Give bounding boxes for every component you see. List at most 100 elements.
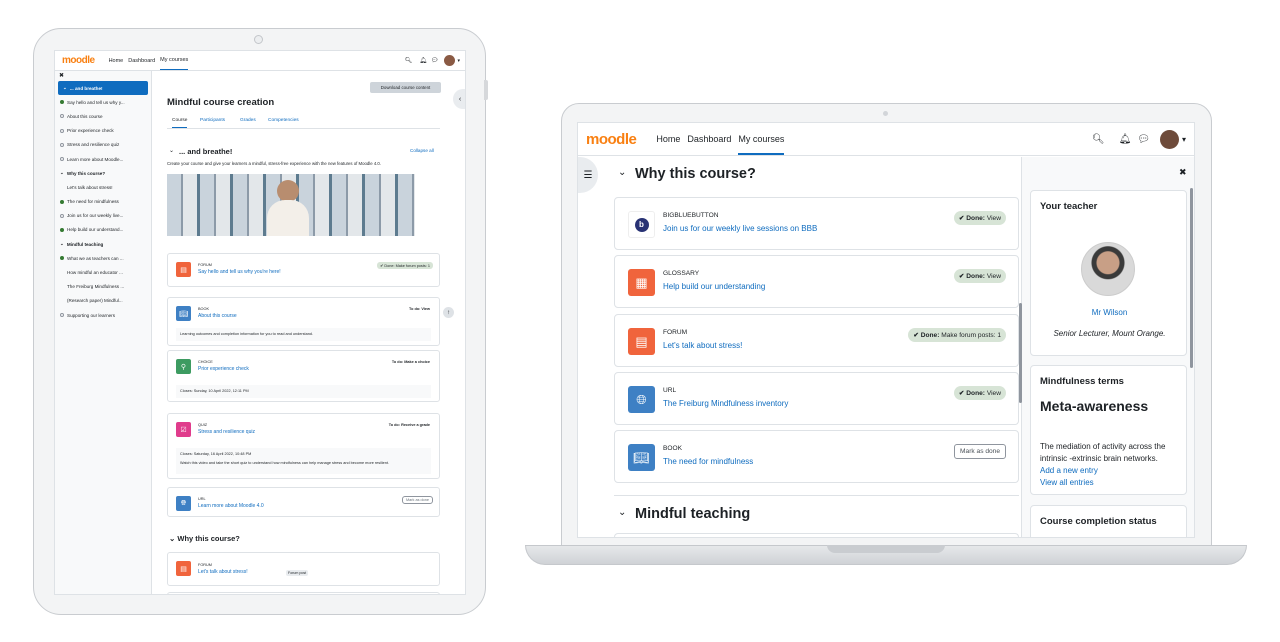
sidebar-item[interactable]: Stress and resilience quiz <box>55 138 151 152</box>
activity-card[interactable]: ▤ FORUM Let's talk about stress! Forum post <box>167 552 440 586</box>
teacher-avatar[interactable] <box>1081 242 1135 296</box>
chevron-down-icon[interactable]: ⌄ <box>63 85 67 91</box>
section-title[interactable]: Mindful teaching <box>635 506 750 522</box>
moodle-logo[interactable]: moodle <box>586 131 637 148</box>
activity-link[interactable]: Say hello and tell us why you're here! <box>198 269 281 275</box>
chevron-down-icon[interactable]: ⌄ <box>618 507 626 518</box>
sidebar-item[interactable]: The need for mindfulness <box>55 195 151 209</box>
glossary-block: Mindfulness terms Meta-awareness The med… <box>1030 365 1187 495</box>
main-scrollbar[interactable] <box>1019 303 1022 403</box>
sidebar-item[interactable]: Prior experience check <box>55 124 151 138</box>
chevron-down-icon[interactable]: ▾ <box>457 58 460 64</box>
sidebar-item[interactable]: Let's talk about stress! <box>55 180 151 194</box>
tab-grades[interactable]: Grades <box>240 118 256 123</box>
nav-home[interactable]: Home <box>109 58 124 64</box>
sidebar-item[interactable]: Supporting our learners <box>55 308 151 322</box>
activity-link[interactable]: The Freiburg Mindfulness inventory <box>663 399 788 408</box>
completion-badge[interactable]: ✔ Done: View <box>953 386 1006 400</box>
nav-my-courses[interactable]: My courses <box>160 51 189 70</box>
activity-link[interactable]: About this course <box>198 313 237 319</box>
activity-card[interactable]: ▤ FORUM Say hello and tell us why you're h… <box>167 253 440 287</box>
back-to-top-icon[interactable]: ↑ <box>443 307 454 318</box>
tab-participants[interactable]: Participants <box>200 118 225 123</box>
activity-link[interactable]: The need for mindfulness <box>663 457 753 466</box>
sidebar-item[interactable]: ⌄ Mindful teaching <box>55 237 151 251</box>
close-icon[interactable]: ✖ <box>55 71 151 81</box>
activity-card[interactable] <box>167 592 440 594</box>
chevron-down-icon[interactable]: ⌄ <box>60 170 64 176</box>
course-index-toggle-icon[interactable]: ☰ <box>578 157 598 193</box>
activity-card[interactable]: 🌐︎ URL Learn more about Moodle 4.0 Mark as … <box>167 487 440 517</box>
completion-badge[interactable]: ✔ Done: View <box>953 269 1006 283</box>
nav-my-courses[interactable]: My courses <box>738 124 785 155</box>
section-title[interactable]: ... and breathe! <box>179 147 232 156</box>
drawer-scrollbar[interactable] <box>1190 188 1193 368</box>
mark-as-done-button[interactable]: Mark as done <box>954 444 1006 459</box>
chevron-down-icon[interactable]: ▾ <box>1182 135 1186 144</box>
activity-link[interactable]: Let's talk about stress! <box>198 569 248 575</box>
completion-badge[interactable]: ✔ Done: Make forum posts: 1 <box>377 262 433 269</box>
sidebar-item[interactable]: Join us for our weekly live... <box>55 209 151 223</box>
completion-badge[interactable]: ✔ Done: Make forum posts: 1 <box>908 328 1006 342</box>
tab-course[interactable]: Course <box>172 118 188 128</box>
activity-link[interactable]: Learn more about Moodle 4.0 <box>198 503 264 509</box>
sidebar-item[interactable]: What we as teachers can ... <box>55 251 151 265</box>
section-title[interactable]: Why this course? <box>177 534 240 543</box>
sidebar-item[interactable]: ⌄ ... and breathe! <box>58 81 148 96</box>
activity-card[interactable]: 📖︎ BOOK About this course To do: View Learni… <box>167 297 440 346</box>
chevron-down-icon[interactable]: ⌄ <box>618 167 626 178</box>
completion-badge[interactable]: To do: View <box>406 306 433 312</box>
search-icon[interactable]: 🔍︎ <box>1092 134 1105 145</box>
bell-icon[interactable]: 🔔︎ <box>1119 134 1132 145</box>
bell-icon[interactable]: 🔔︎ <box>419 57 427 64</box>
view-all-entries-link[interactable]: View all entries <box>1040 478 1094 487</box>
activity-card[interactable]: ☑ QUIZ Stress and resilience quiz To do: Re… <box>167 413 440 479</box>
tab-competencies[interactable]: Competencies <box>268 118 299 123</box>
activity-link[interactable]: Let's talk about stress! <box>663 341 742 350</box>
chevron-down-icon[interactable]: ⌄ <box>60 241 64 247</box>
completion-badge[interactable]: To do: Receive a grade <box>386 422 433 428</box>
activity-card[interactable]: 📖︎ BOOK The need for mindfulness Mark as do… <box>614 430 1019 483</box>
chat-icon[interactable]: 💬︎ <box>431 57 439 64</box>
drawer-toggle-icon[interactable]: ‹ <box>453 89 465 109</box>
activity-card[interactable]: ▦ GLOSSARY Help build our understanding ✔ D… <box>614 255 1019 308</box>
add-entry-link[interactable]: Add a new entry <box>1040 466 1098 475</box>
activity-card[interactable]: ▤ FORUM Let's talk about stress! ✔ Done: Ma… <box>614 314 1019 367</box>
completion-block: Course completion status <box>1030 505 1187 537</box>
chevron-down-icon[interactable]: ⌄ <box>169 147 174 154</box>
activity-type: URL <box>663 387 677 394</box>
search-icon[interactable]: 🔍︎ <box>405 57 413 64</box>
sidebar-item[interactable]: How mindful an educator ... <box>55 265 151 279</box>
completion-badge[interactable]: ✔ Done: View <box>953 211 1006 225</box>
sidebar-item-label: The need for mindfulness <box>67 199 119 205</box>
completion-badge[interactable]: To do: Make a choice <box>389 359 433 365</box>
avatar[interactable] <box>1159 129 1179 149</box>
collapse-all-link[interactable]: Collapse all <box>410 148 434 153</box>
activity-link[interactable]: Stress and resilience quiz <box>198 429 255 435</box>
chat-icon[interactable]: 💬︎ <box>1137 134 1150 145</box>
sidebar-item[interactable]: ⌄ Why this course? <box>55 166 151 180</box>
activity-card[interactable]: b BIGBLUEBUTTON Join us for our weekly liv… <box>614 197 1019 250</box>
sidebar-item[interactable]: Help build our understand... <box>55 223 151 237</box>
download-course-content-button[interactable]: Download course content <box>370 82 441 93</box>
section-title[interactable]: Why this course? <box>635 166 756 182</box>
close-icon[interactable]: ✖ <box>1179 167 1187 178</box>
avatar[interactable] <box>444 55 456 66</box>
activity-card[interactable]: ⚲ CHOICE Prior experience check To do: Make… <box>167 350 440 402</box>
nav-home[interactable]: Home <box>656 134 680 144</box>
teacher-name-link[interactable]: Mr Wilson <box>1031 308 1188 317</box>
activity-card[interactable]: 🌐︎ URL The Freiburg Mindfulness inventory ✔… <box>614 372 1019 425</box>
sidebar-item[interactable]: Learn more about Moodle... <box>55 152 151 166</box>
nav-dashboard[interactable]: Dashboard <box>128 58 155 64</box>
moodle-logo[interactable]: moodle <box>62 55 95 66</box>
sidebar-item[interactable]: Say hello and tell us why y... <box>55 95 151 109</box>
nav-dashboard[interactable]: Dashboard <box>687 134 731 144</box>
activity-card[interactable] <box>614 533 1019 537</box>
activity-link[interactable]: Join us for our weekly live sessions on … <box>663 224 817 233</box>
activity-link[interactable]: Help build our understanding <box>663 282 765 291</box>
sidebar-item[interactable]: (Research paper) Mindful... <box>55 294 151 308</box>
sidebar-item[interactable]: About this course <box>55 109 151 123</box>
activity-link[interactable]: Prior experience check <box>198 366 249 372</box>
sidebar-item[interactable]: The Freiburg Mindfulness ... <box>55 280 151 294</box>
completion-badge[interactable]: Mark as done <box>401 496 433 504</box>
